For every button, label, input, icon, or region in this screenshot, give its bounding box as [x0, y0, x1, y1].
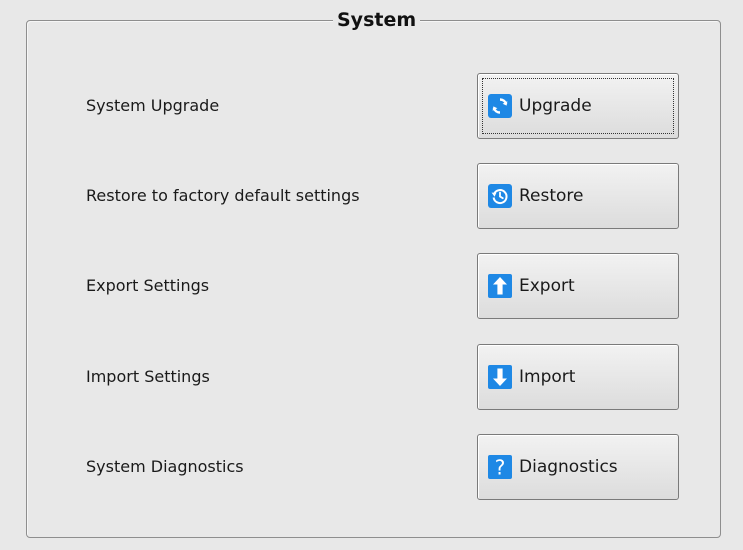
import-button[interactable]: Import	[477, 344, 679, 410]
refresh-icon	[488, 94, 512, 118]
system-diagnostics-label: System Diagnostics	[86, 457, 244, 476]
system-upgrade-label: System Upgrade	[86, 96, 220, 115]
upgrade-button[interactable]: Upgrade	[477, 73, 679, 139]
restore-defaults-label: Restore to factory default settings	[86, 186, 360, 205]
upload-arrow-icon	[488, 274, 512, 298]
group-title: System	[333, 9, 421, 31]
diagnostics-button[interactable]: ? Diagnostics	[477, 434, 679, 500]
download-arrow-icon	[488, 365, 512, 389]
question-mark-icon: ?	[488, 455, 512, 479]
restore-button[interactable]: Restore	[477, 163, 679, 229]
export-settings-label: Export Settings	[86, 276, 210, 295]
export-button[interactable]: Export	[477, 253, 679, 319]
export-button-label: Export	[519, 276, 575, 296]
import-button-label: Import	[519, 367, 576, 387]
upgrade-button-label: Upgrade	[519, 96, 592, 116]
import-settings-label: Import Settings	[86, 367, 210, 386]
restore-button-label: Restore	[519, 186, 584, 206]
diagnostics-button-label: Diagnostics	[519, 457, 618, 477]
svg-text:?: ?	[495, 456, 506, 480]
restore-clock-icon	[488, 184, 512, 208]
